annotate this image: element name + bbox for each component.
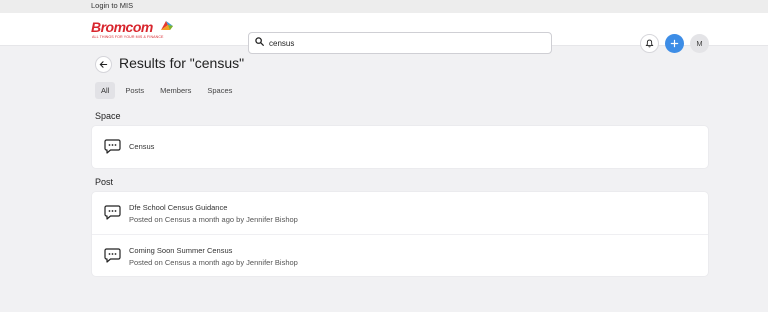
chat-bubble-icon bbox=[104, 248, 121, 263]
search-box[interactable] bbox=[248, 32, 552, 54]
chat-bubble-icon bbox=[104, 139, 121, 154]
tab-members[interactable]: Members bbox=[154, 82, 197, 99]
post-meta: Posted on Census a month ago by Jennifer… bbox=[129, 215, 298, 224]
create-button[interactable] bbox=[665, 34, 684, 53]
back-button[interactable] bbox=[95, 56, 112, 73]
plus-icon bbox=[670, 39, 679, 48]
top-strip: Login to MIS bbox=[0, 0, 768, 13]
list-item[interactable]: Coming Soon Summer Census Posted on Cens… bbox=[92, 234, 708, 276]
user-avatar[interactable]: M bbox=[690, 34, 709, 53]
chat-bubble-icon bbox=[104, 205, 121, 220]
tab-posts[interactable]: Posts bbox=[119, 82, 150, 99]
section-heading-space: Space bbox=[95, 111, 121, 121]
bell-icon bbox=[645, 39, 654, 48]
space-results-card: Census bbox=[91, 125, 709, 169]
search-icon bbox=[255, 37, 264, 46]
search-input[interactable] bbox=[269, 36, 539, 50]
tab-spaces[interactable]: Spaces bbox=[201, 82, 238, 99]
brand-wordmark: Bromcom bbox=[91, 19, 153, 35]
notifications-button[interactable] bbox=[640, 34, 659, 53]
list-item[interactable]: Census bbox=[92, 126, 708, 168]
header-bar: Bromcom ALL THINGS FOR YOUR MIS & FINANC… bbox=[0, 13, 768, 54]
post-results-card: Dfe School Census Guidance Posted on Cen… bbox=[91, 191, 709, 277]
tab-all[interactable]: All bbox=[95, 82, 116, 99]
list-item[interactable]: Dfe School Census Guidance Posted on Cen… bbox=[92, 192, 708, 234]
login-to-mis-link[interactable]: Login to MIS bbox=[91, 1, 133, 10]
post-title[interactable]: Dfe School Census Guidance bbox=[129, 203, 227, 212]
filter-tabs: All Posts Members Spaces bbox=[95, 82, 242, 99]
brand-shape-icon bbox=[161, 21, 173, 30]
post-meta: Posted on Census a month ago by Jennifer… bbox=[129, 258, 298, 267]
page-title: Results for "census" bbox=[119, 55, 245, 71]
arrow-left-icon bbox=[99, 61, 108, 68]
post-title[interactable]: Coming Soon Summer Census bbox=[129, 246, 232, 255]
space-name[interactable]: Census bbox=[129, 142, 154, 151]
section-heading-post: Post bbox=[95, 177, 114, 187]
brand-logo[interactable]: Bromcom ALL THINGS FOR YOUR MIS & FINANC… bbox=[91, 19, 183, 41]
brand-tagline: ALL THINGS FOR YOUR MIS & FINANCE bbox=[92, 35, 164, 39]
